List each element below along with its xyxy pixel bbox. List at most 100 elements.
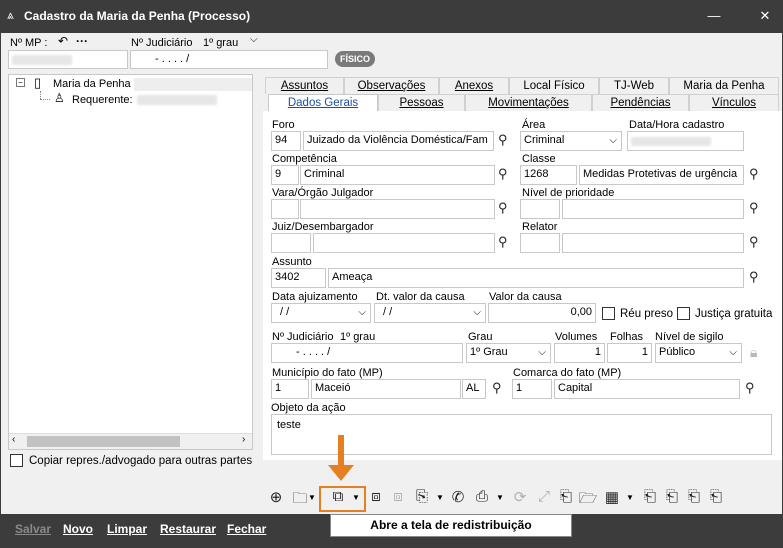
scroll-right-icon[interactable]: ›	[242, 434, 245, 445]
chevron-down-icon: ⌵	[538, 347, 546, 358]
transfer-dropdown-icon[interactable]: ▼	[436, 493, 444, 502]
close-icon[interactable]: ✕	[755, 6, 775, 26]
municipio-name-input[interactable]: Maceió	[311, 379, 461, 399]
vara-name-input[interactable]	[300, 199, 495, 219]
print-icon[interactable]: ⎙	[472, 488, 492, 505]
volumes-input[interactable]: 1	[554, 343, 605, 363]
limpar-button[interactable]: Limpar	[107, 522, 147, 536]
vara-search-icon[interactable]: ⚲	[498, 200, 508, 216]
competencia-name-input[interactable]: Criminal	[300, 165, 495, 185]
tab-pessoas[interactable]: Pessoas	[378, 94, 465, 111]
hierarchy-icon[interactable]: ⧈	[366, 488, 386, 505]
tree-root-label[interactable]: Maria da Penha	[53, 78, 131, 90]
assunto-code-input[interactable]: 3402	[271, 268, 326, 288]
novo-button[interactable]: Novo	[63, 522, 93, 536]
nmp-label: Nº MP :	[10, 37, 48, 49]
tab-local-fisico[interactable]: Local Físico	[509, 77, 599, 94]
comarca-code-input[interactable]: 1	[512, 379, 552, 399]
tab-assuntos[interactable]: Assuntos	[265, 77, 344, 94]
tab-observacoes[interactable]: Observações	[344, 77, 439, 94]
tab-movimentacoes[interactable]: Movimentações	[465, 94, 592, 111]
phone-icon[interactable]: ✆	[448, 488, 468, 506]
document-search-icon[interactable]: ⎗	[556, 488, 576, 505]
grau-value: 1º Grau	[470, 346, 508, 358]
more-icon[interactable]: ···	[76, 34, 88, 48]
print-dropdown-icon[interactable]: ▼	[496, 493, 504, 502]
tab-anexos[interactable]: Anexos	[439, 77, 509, 94]
classe-search-icon[interactable]: ⚲	[749, 166, 759, 182]
calendar-dropdown-icon[interactable]: ▼	[626, 493, 634, 502]
foro-code-input[interactable]: 94	[271, 131, 301, 151]
document-star-icon[interactable]: ⎗	[706, 488, 726, 505]
municipio-code-input[interactable]: 1	[271, 379, 309, 399]
sigilo-select[interactable]: Público ⌵	[655, 343, 742, 363]
copy-checkbox[interactable]	[10, 454, 23, 467]
judicial-number-input[interactable]: - . . . . /	[130, 50, 328, 69]
juiz-search-icon[interactable]: ⚲	[498, 234, 508, 250]
foro-name-input[interactable]: Juizado da Violência Doméstica/Fam	[303, 131, 494, 151]
fisico-badge: FÍSICO	[335, 51, 375, 67]
objeto-textarea[interactable]: teste	[271, 414, 772, 455]
vara-code-input[interactable]	[271, 199, 299, 219]
tab-vinculos[interactable]: Vínculos	[689, 94, 779, 111]
tree-child-label[interactable]: Requerente:	[72, 94, 133, 106]
undo-icon[interactable]: ↶	[58, 34, 68, 48]
tab-maria-da-penha[interactable]: Maria da Penha	[669, 77, 779, 94]
competencia-code-input[interactable]: 9	[271, 165, 299, 185]
juiz-code-input[interactable]	[271, 233, 311, 253]
reu-preso-checkbox[interactable]	[602, 307, 615, 320]
foro-search-icon[interactable]: ⚲	[498, 132, 508, 148]
prioridade-name-input[interactable]	[562, 199, 744, 219]
add-part-icon[interactable]: ⊕	[266, 488, 286, 506]
tree-collapse-icon[interactable]: −	[16, 78, 25, 87]
calendar-chevron-icon[interactable]: ⌵	[473, 307, 481, 318]
comarca-name-input[interactable]: Capital	[554, 379, 740, 399]
nj-input[interactable]: - . . . . /	[271, 343, 463, 363]
scroll-thumb[interactable]	[27, 436, 180, 447]
hierarchy-disabled-icon: ⧈	[393, 488, 403, 505]
municipio-uf-input[interactable]: AL	[462, 379, 486, 399]
prioridade-code-input[interactable]	[520, 199, 560, 219]
volumes-label: Volumes	[555, 331, 598, 343]
transfer-icon[interactable]: ⎘	[412, 488, 432, 505]
folhas-input[interactable]: 1	[607, 343, 652, 363]
restaurar-button[interactable]: Restaurar	[160, 522, 216, 536]
municipio-search-icon[interactable]: ⚲	[492, 380, 502, 396]
comarca-search-icon[interactable]: ⚲	[745, 380, 755, 396]
relator-code-input[interactable]	[520, 233, 560, 253]
classe-name-input[interactable]: Medidas Protetivas de urgência	[579, 165, 744, 185]
assunto-name-input[interactable]: Ameaça	[328, 268, 744, 288]
calendar-icon[interactable]: ▦	[602, 488, 622, 506]
prioridade-search-icon[interactable]: ⚲	[749, 200, 759, 216]
grau-select[interactable]: 1º Grau ⌵	[466, 343, 551, 363]
folder-icon[interactable]: 🗀	[290, 488, 310, 513]
data-ajuizamento-input[interactable]: / / ⌵	[271, 303, 371, 323]
grau-chevron-down-icon[interactable]: ⌵	[250, 34, 258, 45]
juiz-name-input[interactable]	[313, 233, 495, 253]
folder-lock-icon[interactable]: 🗁	[578, 488, 598, 513]
assunto-search-icon[interactable]: ⚲	[749, 269, 759, 285]
relator-name-input[interactable]	[562, 233, 744, 253]
salvar-button[interactable]: Salvar	[15, 522, 51, 536]
minimize-icon[interactable]: —	[704, 6, 724, 26]
document-add-icon[interactable]: ⎗	[684, 488, 704, 505]
scroll-left-icon[interactable]: ‹	[12, 434, 15, 445]
nmp-input[interactable]	[8, 50, 128, 69]
fechar-button[interactable]: Fechar	[227, 522, 266, 536]
competencia-search-icon[interactable]: ⚲	[498, 166, 508, 182]
valor-causa-input[interactable]: 0,00	[488, 303, 596, 323]
area-select[interactable]: Criminal ⌵	[520, 131, 622, 151]
calendar-chevron-icon[interactable]: ⌵	[358, 307, 366, 318]
refresh-icon: ⟳	[513, 489, 527, 506]
folder-dropdown-icon[interactable]: ▼	[308, 493, 316, 502]
dt-valor-input[interactable]: / / ⌵	[374, 303, 486, 323]
document-money-icon[interactable]: ⎗	[640, 488, 660, 505]
justica-gratuita-checkbox[interactable]	[677, 307, 690, 320]
tab-dados-gerais[interactable]: Dados Gerais	[268, 94, 378, 112]
tree-child-blurred	[137, 95, 217, 105]
relator-search-icon[interactable]: ⚲	[749, 234, 759, 250]
tab-pendencias[interactable]: Pendências	[592, 94, 689, 111]
classe-code-input[interactable]: 1268	[520, 165, 577, 185]
tab-tj-web[interactable]: TJ-Web	[599, 77, 669, 94]
document-clock-icon[interactable]: ⎗	[662, 488, 682, 505]
